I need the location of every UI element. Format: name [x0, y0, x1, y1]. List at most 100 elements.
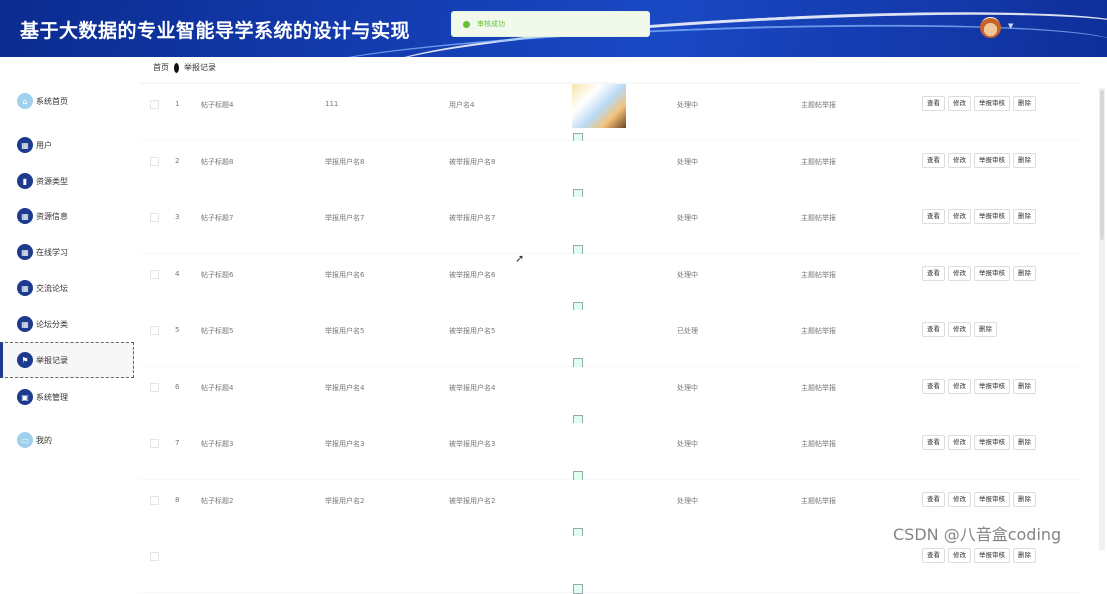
sidebar-item-label: 论坛分类	[36, 319, 68, 329]
sidebar-item-6[interactable]: ▦ 论坛分类	[0, 306, 134, 342]
post-title-cell: 帖子标题2	[201, 496, 234, 505]
user-icon: ▭	[17, 432, 33, 448]
breadcrumb-home[interactable]: 首页	[153, 62, 169, 73]
delete-button[interactable]: 删除	[1013, 378, 1036, 394]
status-cell: 处理中	[677, 440, 698, 448]
avatar[interactable]	[980, 17, 1001, 38]
delete-button[interactable]: 删除	[1013, 209, 1036, 224]
delete-button[interactable]: 删除	[1013, 491, 1036, 507]
edit-button[interactable]: 修改	[948, 209, 971, 224]
sidebar-item-7[interactable]: ⚑ 举报记录	[0, 342, 134, 378]
post-title-cell: 帖子标题4	[201, 101, 234, 109]
report-type-cell: 主题帖举报	[801, 214, 836, 222]
delete-button[interactable]: 删除	[1013, 96, 1036, 111]
edit-button[interactable]: 修改	[948, 435, 971, 450]
post-title-cell: 帖子标题5	[201, 327, 234, 335]
reporter-cell: 举报用户名7	[325, 214, 365, 222]
row-checkbox[interactable]	[150, 156, 159, 166]
row-actions: 查看 修改 删除	[922, 322, 997, 337]
edit-button[interactable]: 修改	[948, 322, 971, 337]
view-button[interactable]: 查看	[922, 152, 945, 168]
review-button[interactable]: 举报审核	[974, 152, 1010, 168]
reported-user-cell: 被举报用户名6	[449, 270, 496, 279]
reported-user-cell: 被举报用户名4	[449, 383, 496, 392]
review-button[interactable]: 举报审核	[974, 96, 1010, 111]
edit-button[interactable]: 修改	[948, 378, 971, 394]
reporter-cell: 举报用户名4	[325, 383, 365, 392]
view-button[interactable]: 查看	[922, 96, 945, 111]
row-checkbox[interactable]	[150, 326, 159, 335]
row-actions: 查看 修改 举报审核 删除	[922, 96, 1036, 111]
sidebar: ⌂ 系统首页 ▦ 用户 ▮ 资源类型 ▦ 资源信息 ▦ 在线学习 ▦ 交流论坛 ▦ 论坛分类 ⚑ 举报记录 ▣ 系…	[0, 57, 134, 551]
row-actions: 查看 修改 举报审核 删除	[922, 548, 1036, 563]
review-button[interactable]: 举报审核	[974, 548, 1010, 563]
sidebar-item-label: 系统管理	[36, 392, 68, 402]
status-cell: 处理中	[677, 157, 698, 166]
view-button[interactable]: 查看	[922, 548, 945, 563]
folder-icon: ▮	[17, 173, 33, 189]
delete-button[interactable]: 删除	[1013, 265, 1036, 281]
delete-button[interactable]: 删除	[974, 322, 997, 337]
sidebar-item-8[interactable]: ▣ 系统管理	[0, 379, 134, 415]
status-cell: 处理中	[677, 496, 698, 505]
review-button[interactable]: 举报审核	[974, 209, 1010, 224]
review-button[interactable]: 举报审核	[974, 491, 1010, 507]
view-button[interactable]: 查看	[922, 491, 945, 507]
scrollbar-thumb[interactable]	[1100, 90, 1104, 240]
sidebar-item-2[interactable]: ▮ 资源类型	[0, 163, 134, 199]
post-title-cell: 帖子标题4	[201, 383, 234, 392]
row-checkbox[interactable]	[150, 213, 159, 222]
view-button[interactable]: 查看	[922, 378, 945, 394]
table-row: 1 帖子标题4 111 用户名4 处理中 主题帖举报 查看 修改 举报审核 删除	[140, 84, 1080, 143]
report-type-cell: 主题帖举报	[801, 270, 836, 279]
sidebar-item-label: 交流论坛	[36, 283, 68, 293]
review-button[interactable]: 举报审核	[974, 378, 1010, 394]
row-index: 4	[175, 269, 180, 278]
page-title: 基于大数据的专业智能导学系统的设计与实现	[20, 20, 411, 42]
review-button[interactable]: 举报审核	[974, 435, 1010, 450]
sidebar-item-3[interactable]: ▦ 资源信息	[0, 198, 134, 234]
reported-user-cell: 被举报用户名3	[449, 440, 496, 448]
sidebar-item-4[interactable]: ▦ 在线学习	[0, 234, 134, 270]
report-type-cell: 主题帖举报	[801, 383, 836, 392]
edit-button[interactable]: 修改	[948, 548, 971, 563]
report-type-cell: 主题帖举报	[801, 157, 836, 166]
sidebar-item-9[interactable]: ▭ 我的	[0, 422, 134, 458]
row-actions: 查看 修改 举报审核 删除	[922, 378, 1036, 394]
reporter-cell: 举报用户名5	[325, 327, 365, 335]
chevron-down-icon[interactable]: ▼	[1008, 22, 1013, 30]
table-row: 3 帖子标题7 举报用户名7 被举报用户名7 处理中 主题帖举报 查看 修改 举报审核 删除	[140, 197, 1080, 255]
row-actions: 查看 修改 举报审核 删除	[922, 152, 1036, 168]
row-checkbox[interactable]	[150, 495, 159, 505]
row-checkbox[interactable]	[150, 269, 159, 279]
review-button[interactable]: 举报审核	[974, 265, 1010, 281]
view-button[interactable]: 查看	[922, 322, 945, 337]
delete-button[interactable]: 删除	[1013, 152, 1036, 168]
settings-icon: ▣	[17, 389, 33, 405]
edit-button[interactable]: 修改	[948, 96, 971, 111]
grid-icon: ▦	[17, 316, 33, 332]
sidebar-item-1[interactable]: ▦ 用户	[0, 127, 134, 163]
reporter-cell: 111	[325, 100, 339, 108]
delete-button[interactable]: 删除	[1013, 435, 1036, 450]
row-checkbox[interactable]	[150, 552, 159, 561]
edit-button[interactable]: 修改	[948, 152, 971, 168]
report-table: 1 帖子标题4 111 用户名4 处理中 主题帖举报 查看 修改 举报审核 删除 2 帖子标题8 举报用…	[140, 82, 1080, 594]
row-index: 7	[175, 439, 180, 447]
sidebar-item-0[interactable]: ⌂ 系统首页	[0, 83, 134, 119]
row-checkbox[interactable]	[150, 100, 159, 109]
edit-button[interactable]: 修改	[948, 491, 971, 507]
edit-button[interactable]: 修改	[948, 265, 971, 281]
row-checkbox[interactable]	[150, 439, 159, 448]
reported-user-cell: 被举报用户名2	[449, 496, 496, 505]
sidebar-item-5[interactable]: ▦ 交流论坛	[0, 270, 134, 306]
row-checkbox[interactable]	[150, 382, 159, 392]
delete-button[interactable]: 删除	[1013, 548, 1036, 563]
view-button[interactable]: 查看	[922, 265, 945, 281]
report-type-cell: 主题帖举报	[801, 327, 836, 335]
view-button[interactable]: 查看	[922, 435, 945, 450]
flag-icon: ⚑	[17, 352, 33, 368]
view-button[interactable]: 查看	[922, 209, 945, 224]
row-actions: 查看 修改 举报审核 删除	[922, 491, 1036, 507]
row-actions: 查看 修改 举报审核 删除	[922, 265, 1036, 281]
